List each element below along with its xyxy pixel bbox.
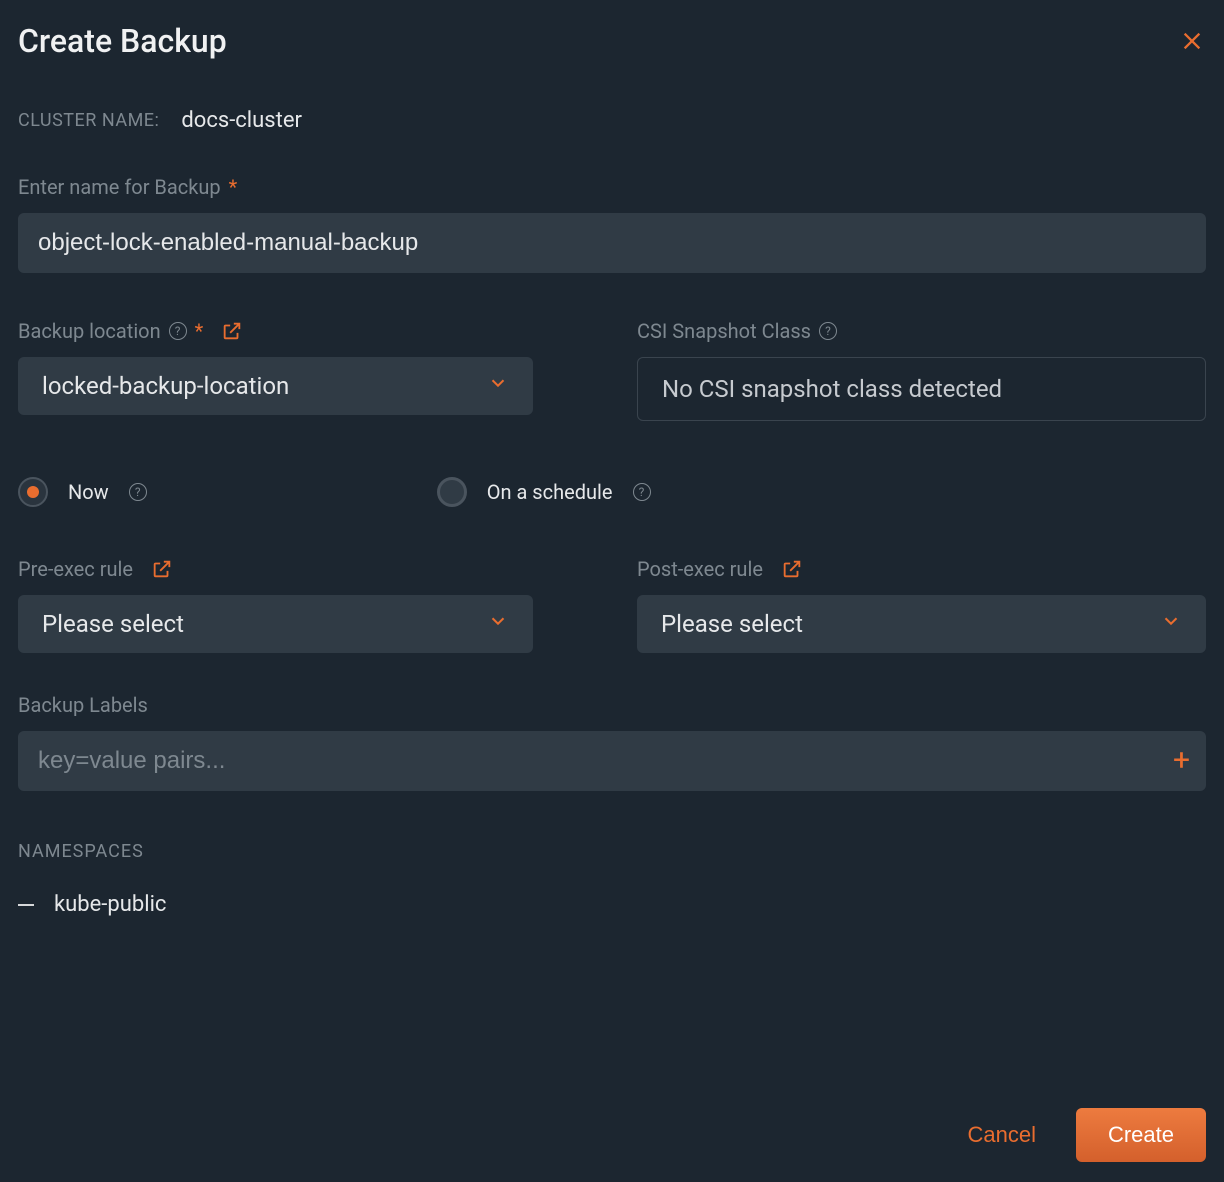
chevron-down-icon: [487, 610, 509, 638]
csi-snapshot-label: CSI Snapshot Class ?: [637, 319, 1206, 343]
close-button[interactable]: [1178, 27, 1206, 55]
radio-now[interactable]: Now ?: [18, 477, 147, 507]
external-link-icon[interactable]: [221, 320, 243, 342]
cluster-name-label: CLUSTER NAME:: [18, 110, 159, 131]
backup-name-input[interactable]: [18, 213, 1206, 273]
help-icon[interactable]: ?: [633, 483, 651, 501]
radio-button-unselected: [437, 477, 467, 507]
namespace-name: kube-public: [54, 892, 166, 917]
external-link-icon[interactable]: [151, 558, 173, 580]
radio-button-selected: [18, 477, 48, 507]
required-asterisk: *: [229, 175, 238, 199]
dash-icon: [18, 904, 34, 906]
chevron-down-icon: [1160, 610, 1182, 638]
backup-location-select[interactable]: locked-backup-location: [18, 357, 533, 415]
pre-exec-label: Pre-exec rule: [18, 557, 587, 581]
required-asterisk: *: [195, 319, 204, 343]
csi-snapshot-value: No CSI snapshot class detected: [637, 357, 1206, 421]
help-icon[interactable]: ?: [819, 322, 837, 340]
cancel-button[interactable]: Cancel: [959, 1110, 1043, 1160]
chevron-down-icon: [487, 372, 509, 400]
backup-location-value: locked-backup-location: [42, 372, 289, 400]
pre-exec-select[interactable]: Please select: [18, 595, 533, 653]
backup-labels-label: Backup Labels: [18, 693, 1206, 717]
help-icon[interactable]: ?: [169, 322, 187, 340]
add-label-button[interactable]: +: [1173, 746, 1190, 776]
create-button[interactable]: Create: [1076, 1108, 1206, 1162]
post-exec-select[interactable]: Please select: [637, 595, 1206, 653]
post-exec-value: Please select: [661, 610, 803, 638]
namespace-item[interactable]: kube-public: [18, 892, 1206, 917]
pre-exec-value: Please select: [42, 610, 184, 638]
radio-schedule[interactable]: On a schedule ?: [437, 477, 651, 507]
external-link-icon[interactable]: [781, 558, 803, 580]
close-icon: [1181, 30, 1203, 52]
dialog-title: Create Backup: [18, 22, 227, 60]
cluster-name-value: docs-cluster: [181, 108, 302, 133]
backup-name-label: Enter name for Backup*: [18, 175, 1206, 199]
backup-location-label: Backup location ?*: [18, 319, 587, 343]
namespaces-heading: NAMESPACES: [18, 841, 1206, 862]
post-exec-label: Post-exec rule: [637, 557, 1206, 581]
backup-labels-input[interactable]: [18, 731, 1206, 791]
help-icon[interactable]: ?: [129, 483, 147, 501]
